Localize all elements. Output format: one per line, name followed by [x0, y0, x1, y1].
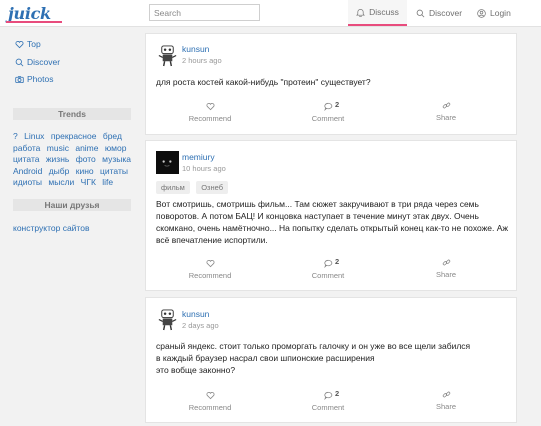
friend-link[interactable]: конструктор сайтов: [13, 223, 89, 233]
recommend-button[interactable]: Recommend: [175, 259, 245, 280]
tag-link[interactable]: юмор: [105, 143, 127, 153]
post-text-line: в каждый браузер насрал свои шпионские р…: [156, 353, 375, 363]
comment-icon: [323, 102, 332, 111]
post-text: Вот смотришь, смотришь фильм... Там сюже…: [156, 199, 509, 245]
tag-link[interactable]: Linux: [24, 131, 44, 141]
comment-icon: [323, 391, 332, 400]
post-time[interactable]: 2 days ago: [182, 321, 219, 330]
trends-heading: Trends: [13, 108, 131, 120]
tag-link[interactable]: бред: [103, 131, 122, 141]
search-icon: [15, 58, 24, 66]
tag-link[interactable]: music: [47, 143, 69, 153]
post-card: memiury 10 hours ago фильм Ознеб Вот смо…: [145, 140, 517, 291]
post-author[interactable]: kunsun: [182, 309, 209, 319]
recommend-button[interactable]: Recommend: [175, 391, 245, 412]
nav-login[interactable]: Login: [477, 0, 511, 26]
heart-icon: [206, 260, 214, 268]
nav-discover[interactable]: Discover: [416, 0, 462, 26]
sidebar-item-label: Top: [27, 39, 41, 49]
share-label: Share: [435, 402, 456, 411]
bell-icon: [356, 8, 366, 17]
user-avatar[interactable]: [156, 151, 179, 174]
heart-icon: [206, 103, 214, 111]
sidebar-item-label: Photos: [27, 74, 54, 84]
sidebar-item-photos[interactable]: Photos: [15, 74, 53, 84]
tag-link[interactable]: прекрасное: [51, 131, 97, 141]
tag-link[interactable]: идиоты: [13, 177, 42, 187]
link-icon: [442, 102, 450, 109]
nav-login-label: Login: [490, 8, 511, 18]
post-time[interactable]: 10 hours ago: [182, 164, 226, 173]
tag-link[interactable]: жизнь: [46, 154, 69, 164]
post-time[interactable]: 2 hours ago: [182, 56, 222, 65]
post-tag[interactable]: фильм: [156, 181, 190, 194]
post-text-line: сраный яндекс. стоит только проморгать г…: [156, 341, 471, 351]
comment-label: Comment: [311, 114, 345, 123]
sidebar-item-label: Discover: [27, 57, 61, 67]
post-text: сраный яндекс. стоит только проморгать г…: [156, 340, 511, 376]
user-icon: [477, 8, 486, 18]
camera-icon: [15, 75, 24, 83]
tag-link[interactable]: Android: [13, 166, 42, 176]
share-button[interactable]: Share: [411, 101, 481, 122]
link-icon: [442, 391, 450, 398]
post-text-line: это вобще законно?: [156, 365, 236, 375]
tag-link[interactable]: фото: [76, 154, 96, 164]
post-tags: фильм Ознеб: [156, 181, 232, 194]
recommend-label: Recommend: [188, 271, 232, 280]
sidebar-item-discover[interactable]: Discover: [15, 57, 60, 67]
sidebar-item-top[interactable]: Top: [15, 39, 41, 49]
comment-button[interactable]: 2 Comment: [293, 100, 363, 123]
nav-discover-label: Discover: [429, 8, 463, 18]
recommend-label: Recommend: [188, 114, 232, 123]
robot-avatar[interactable]: [156, 308, 179, 331]
tag-link[interactable]: anime: [75, 143, 98, 153]
tag-link[interactable]: дыбр: [49, 166, 70, 176]
friends-heading: Наши друзья: [13, 199, 131, 211]
tag-link[interactable]: ?: [13, 131, 18, 141]
tag-link[interactable]: ЧГК: [81, 177, 96, 187]
comment-button[interactable]: 2 Comment: [293, 257, 363, 280]
comment-icon: [323, 259, 332, 268]
share-label: Share: [435, 270, 456, 279]
post-text: для роста костей какой-нибудь "протеин" …: [156, 77, 371, 87]
post-author[interactable]: kunsun: [182, 44, 209, 54]
share-button[interactable]: Share: [411, 258, 481, 279]
tag-link[interactable]: музыка: [102, 154, 131, 164]
comment-label: Comment: [311, 403, 345, 412]
nav-discuss-label: Discuss: [369, 7, 399, 17]
tag-link[interactable]: работа: [13, 143, 40, 153]
logo-underline: [6, 21, 62, 23]
heart-icon: [15, 40, 24, 48]
share-label: Share: [435, 113, 456, 122]
comment-count: 2: [335, 389, 340, 398]
trends-tag-cloud: ? Linux прекрасное бред работа music ani…: [13, 131, 135, 189]
comment-count: 2: [335, 257, 340, 266]
tag-link[interactable]: life: [102, 177, 113, 187]
post-card: kunsun 2 days ago сраный яндекс. стоит т…: [145, 297, 517, 423]
search-icon: [416, 9, 425, 17]
tag-link[interactable]: цитата: [13, 154, 39, 164]
recommend-label: Recommend: [188, 403, 232, 412]
heart-icon: [206, 392, 214, 400]
comment-count: 2: [335, 100, 340, 109]
recommend-button[interactable]: Recommend: [175, 102, 245, 123]
robot-avatar[interactable]: [156, 44, 179, 67]
tag-link[interactable]: мысли: [48, 177, 74, 187]
tag-link[interactable]: цитаты: [100, 166, 128, 176]
share-button[interactable]: Share: [411, 390, 481, 411]
post-tag[interactable]: Ознеб: [196, 181, 228, 194]
comment-label: Comment: [311, 271, 345, 280]
comment-button[interactable]: 2 Comment: [293, 389, 363, 412]
post-author[interactable]: memiury: [182, 152, 215, 162]
tag-link[interactable]: кино: [76, 166, 94, 176]
top-header: juick Discuss Discover Login: [0, 0, 541, 27]
post-card: kunsun 2 hours ago для роста костей како…: [145, 33, 517, 135]
nav-discuss[interactable]: Discuss: [348, 0, 407, 26]
link-icon: [442, 259, 450, 266]
search-input[interactable]: [149, 4, 260, 21]
